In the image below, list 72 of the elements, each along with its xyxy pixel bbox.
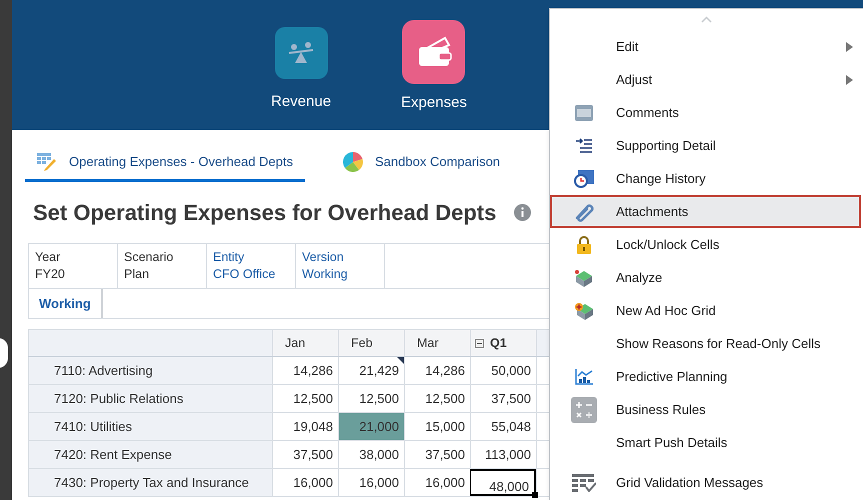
data-cell[interactable]: 21,000: [338, 413, 404, 440]
data-cell[interactable]: 55,048: [470, 413, 536, 440]
line-chart-icon: [575, 368, 593, 384]
menu-item[interactable]: Grid Validation Messages: [550, 466, 861, 499]
calculator-icon: [571, 396, 597, 422]
data-cell[interactable]: 12,500: [404, 385, 470, 412]
paperclip-icon: [573, 202, 595, 222]
info-icon[interactable]: [514, 204, 532, 220]
menu-item[interactable]: Supporting Detail: [550, 129, 861, 162]
tab[interactable]: Operating Expenses - Overhead Depts: [25, 150, 306, 182]
column-header: Mar: [404, 330, 470, 356]
pov-member: Year FY20: [29, 244, 118, 288]
row-header: 7410: Utilities: [28, 413, 272, 440]
menu-item[interactable]: Comments: [550, 96, 861, 129]
pov-member[interactable]: Version Working: [296, 244, 385, 288]
menu-item[interactable]: Predictive Planning: [550, 360, 861, 393]
nav-label[interactable]: Revenue: [271, 91, 332, 114]
data-cell[interactable]: 38,000: [338, 441, 404, 468]
tab[interactable]: Sandbox Comparison: [331, 150, 512, 182]
column-header: Q1: [470, 330, 536, 356]
data-cell[interactable]: 50,000: [470, 357, 536, 384]
menu-item[interactable]: New Ad Hoc Grid: [550, 294, 861, 327]
data-cell[interactable]: 14,286: [404, 357, 470, 384]
data-cell[interactable]: 16,000: [272, 469, 338, 496]
submenu-arrow-icon: [846, 74, 853, 84]
menu-item[interactable]: Attachments: [550, 195, 861, 228]
collapse-icon[interactable]: [475, 338, 484, 348]
cube-plus-icon: [574, 300, 594, 320]
data-cell[interactable]: 21,429: [338, 357, 404, 384]
page-selector[interactable]: Working: [29, 289, 103, 318]
fill-handle[interactable]: [532, 492, 538, 498]
data-cell[interactable]: 12,500: [272, 385, 338, 412]
row-header: 7120: Public Relations: [28, 385, 272, 412]
row-header: 7430: Property Tax and Insurance: [28, 469, 272, 496]
menu-item[interactable]: Show Reasons for Read-Only Cells: [550, 327, 861, 360]
menu-item[interactable]: Change History: [550, 162, 861, 195]
menu-item[interactable]: Smart Push Details: [550, 426, 861, 459]
wallet-icon: [402, 20, 466, 84]
data-cell[interactable]: 37,500: [404, 441, 470, 468]
form-title: Set Operating Expenses for Overhead Depts: [33, 198, 496, 227]
data-cell[interactable]: 37,500: [470, 385, 536, 412]
row-header: 7110: Advertising: [28, 357, 272, 384]
pov-member: Scenario Plan: [118, 244, 207, 288]
menu-item[interactable]: Edit: [550, 30, 861, 63]
grid-check-icon: [572, 474, 596, 492]
pov-member[interactable]: Entity CFO Office: [207, 244, 296, 288]
data-cell[interactable]: 15,000: [404, 413, 470, 440]
row-header: 7420: Rent Expense: [28, 441, 272, 468]
menu-item[interactable]: Adjust: [550, 63, 861, 96]
padlock-icon: [577, 236, 591, 254]
data-cell[interactable]: 48,000: [470, 469, 536, 496]
comment-card-icon: [574, 102, 594, 122]
indent-list-icon: [576, 138, 592, 154]
menu-item[interactable]: Analyze: [550, 261, 861, 294]
data-cell[interactable]: 37,500: [272, 441, 338, 468]
data-cell[interactable]: 16,000: [404, 469, 470, 496]
nav-label[interactable]: Expenses: [401, 92, 467, 114]
menu-item[interactable]: Lock/Unlock Cells: [550, 228, 861, 261]
data-cell[interactable]: 12,500: [338, 385, 404, 412]
cube-icon: [574, 268, 594, 288]
submenu-arrow-icon: [846, 42, 853, 52]
data-cell[interactable]: 14,286: [272, 357, 338, 384]
grid-pencil-icon: [37, 152, 57, 170]
data-cell[interactable]: 113,000: [470, 441, 536, 468]
data-cell[interactable]: 16,000: [338, 469, 404, 496]
column-header: Jan: [272, 330, 338, 356]
column-header: Feb: [338, 330, 404, 356]
clock-calendar-icon: [574, 170, 594, 188]
menu-item[interactable]: Business Rules: [550, 393, 861, 426]
comment-marker: [397, 357, 404, 364]
scale-icon: [274, 27, 328, 79]
pie-chart-icon: [343, 152, 364, 172]
